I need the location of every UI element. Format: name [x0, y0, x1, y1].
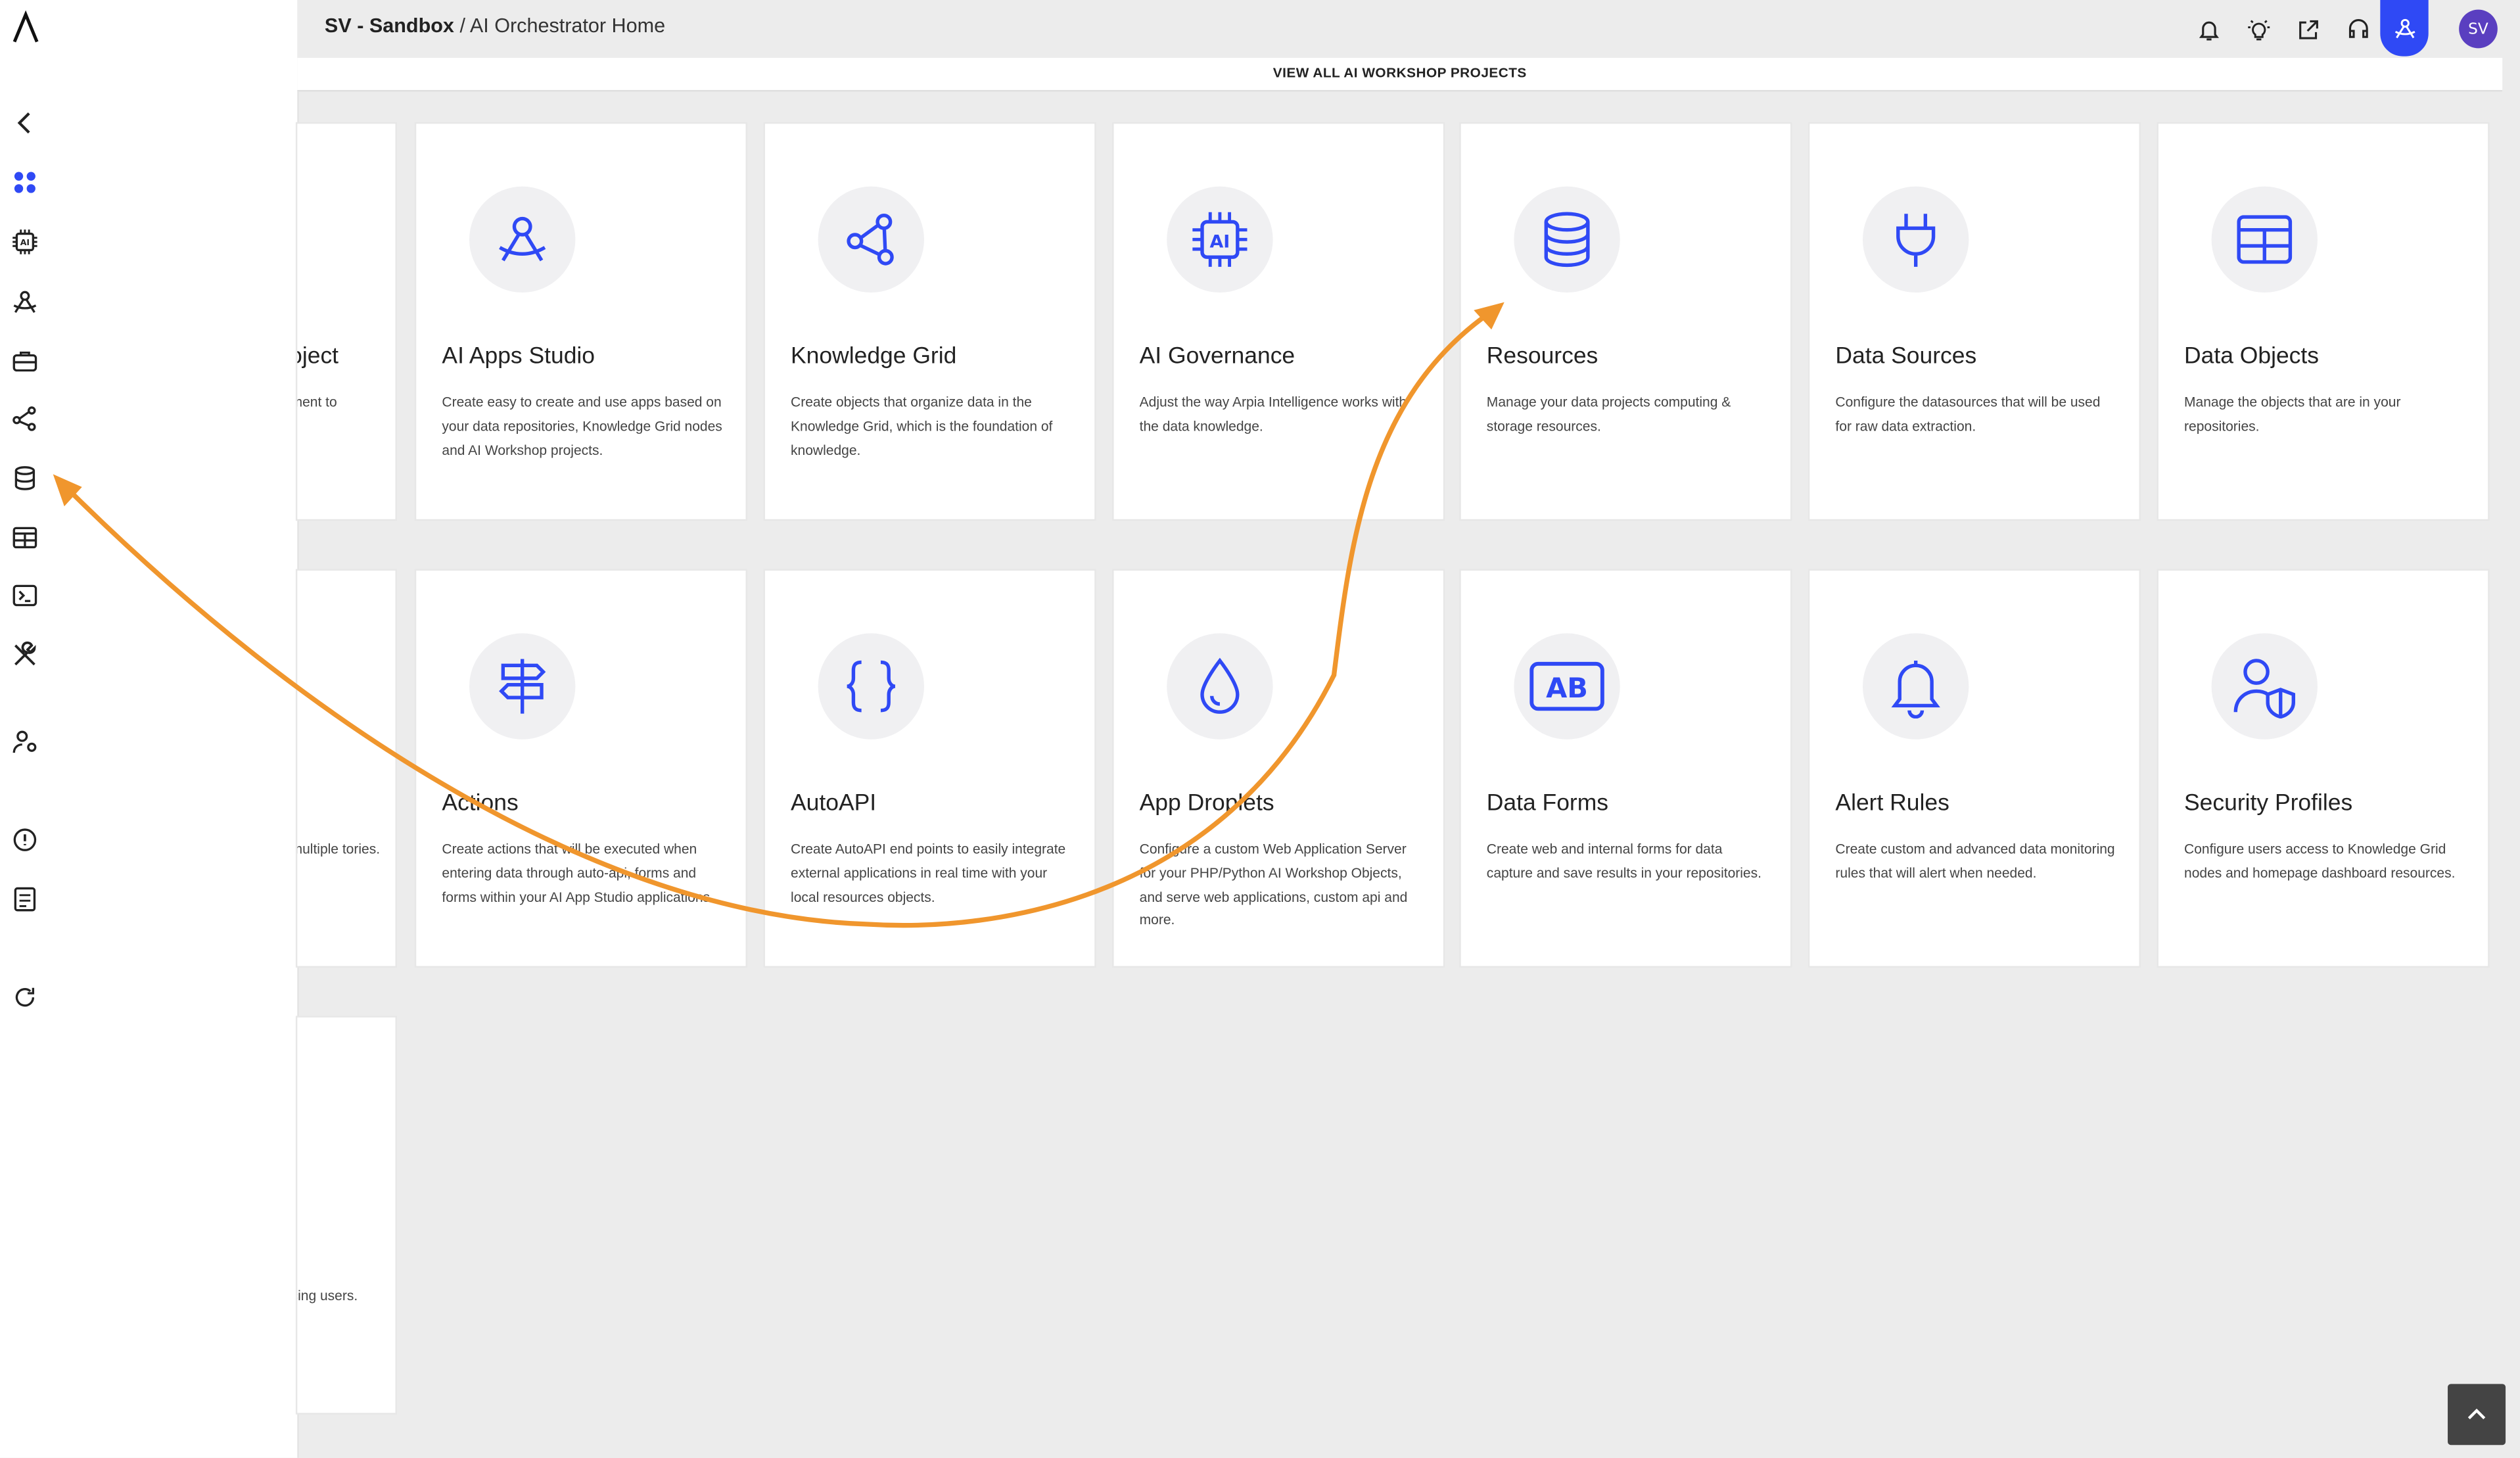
- card-data-forms[interactable]: AB Data Forms Create web and internal fo…: [1460, 571, 1790, 966]
- card-description: Create AutoAPI end points to easily inte…: [791, 840, 1066, 905]
- apps-studio-icon: [469, 186, 576, 293]
- card-data-sources[interactable]: Data Sources Configure the datasources t…: [1809, 124, 2139, 519]
- card-alert-rules[interactable]: Alert Rules Create custom and advanced d…: [1809, 571, 2139, 966]
- card-title: Data Forms: [1486, 791, 1609, 817]
- table-icon: [2211, 186, 2318, 293]
- docs-icon[interactable]: [8, 882, 40, 914]
- card-partial-row3[interactable]: cing users.: [297, 1017, 396, 1413]
- avatar[interactable]: SV: [2459, 9, 2498, 49]
- card-partial-row1[interactable]: oject ment to: [297, 124, 396, 519]
- collapse-chevron-icon[interactable]: [8, 106, 40, 138]
- ai-chip-icon: AI: [1167, 186, 1273, 293]
- card-title: AI Apps Studio: [442, 344, 595, 370]
- dashboard-icon[interactable]: [8, 166, 40, 198]
- card-title: Actions: [442, 791, 519, 817]
- card-title: Data Objects: [2184, 344, 2320, 370]
- arpia-logo[interactable]: [10, 10, 42, 45]
- orchestrator-icon[interactable]: [2380, 0, 2429, 57]
- form-ab-icon: AB: [1514, 633, 1620, 740]
- terminal-icon[interactable]: [8, 578, 40, 611]
- scroll-to-top-button[interactable]: [2448, 1384, 2506, 1446]
- database-icon: [1514, 186, 1620, 293]
- card-description: Configure the datasources that will be u…: [1835, 394, 2101, 434]
- tools-icon[interactable]: [8, 638, 40, 670]
- knowledge-grid-icon[interactable]: [8, 402, 40, 434]
- card-description: Configure users access to Knowledge Grid…: [2184, 840, 2456, 881]
- card-title: AutoAPI: [791, 791, 877, 817]
- chevron-up-icon: [2467, 1408, 2486, 1420]
- bell-icon: [1862, 633, 1969, 740]
- card-partial-row2[interactable]: multiple tories.: [297, 571, 396, 966]
- card-description: Adjust the way Arpia Intelligence works …: [1139, 394, 1407, 434]
- card-title: Alert Rules: [1835, 791, 1949, 817]
- card-data-objects[interactable]: Data Objects Manage the objects that are…: [2158, 124, 2488, 519]
- svg-text:AI: AI: [20, 237, 29, 247]
- card-title: oject: [297, 344, 339, 370]
- help-icon[interactable]: [8, 823, 40, 855]
- signpost-icon: [469, 633, 576, 740]
- card-knowledge-grid[interactable]: Knowledge Grid Create objects that organ…: [764, 124, 1095, 519]
- refresh-icon[interactable]: [8, 981, 40, 1013]
- card-description: Manage the objects that are in your repo…: [2184, 394, 2401, 434]
- card-title: Security Profiles: [2184, 791, 2353, 817]
- card-title: Data Sources: [1835, 344, 1977, 370]
- svg-text:AB: AB: [1546, 672, 1588, 704]
- support-headset-icon[interactable]: [2342, 13, 2374, 45]
- card-description: Create web and internal forms for data c…: [1486, 840, 1762, 881]
- card-title: Resources: [1486, 344, 1598, 370]
- share-icon[interactable]: [2292, 13, 2324, 45]
- sidebar: AI: [0, 0, 299, 1458]
- card-description: Create custom and advanced data monitori…: [1835, 840, 2115, 881]
- droplet-icon: [1167, 633, 1273, 740]
- card-description: multiple tories.: [297, 840, 381, 857]
- toolbox-icon[interactable]: [8, 344, 40, 376]
- plug-icon: [1862, 186, 1969, 293]
- svg-text:AI: AI: [1210, 232, 1230, 252]
- apps-studio-icon[interactable]: [8, 285, 40, 317]
- card-ai-governance[interactable]: AI AI Governance Adjust the way Arpia In…: [1113, 124, 1443, 519]
- card-description: Manage your data projects computing & st…: [1486, 394, 1731, 434]
- card-description: Create actions that will be executed whe…: [442, 840, 714, 905]
- breadcrumb-separator: /: [459, 14, 465, 37]
- breadcrumb-org[interactable]: SV - Sandbox: [325, 14, 454, 37]
- ai-chip-icon[interactable]: AI: [8, 225, 40, 257]
- card-description: Create objects that organize data in the…: [791, 394, 1053, 458]
- card-autoapi[interactable]: AutoAPI Create AutoAPI end points to eas…: [764, 571, 1095, 966]
- view-all-projects-link[interactable]: VIEW ALL AI WORKSHOP PROJECTS: [297, 58, 2503, 92]
- card-title: Knowledge Grid: [791, 344, 957, 370]
- top-bar: SV - Sandbox / AI Orchestrator Home SV: [297, 0, 2520, 59]
- table-icon[interactable]: [8, 521, 40, 553]
- database-icon[interactable]: [8, 461, 40, 494]
- card-ai-apps-studio[interactable]: AI Apps Studio Create easy to create and…: [416, 124, 746, 519]
- card-security-profiles[interactable]: Security Profiles Configure users access…: [2158, 571, 2488, 966]
- braces-icon: [818, 633, 924, 740]
- breadcrumb-page: AI Orchestrator Home: [469, 14, 666, 37]
- card-title: App Droplets: [1139, 791, 1274, 817]
- card-description: ment to: [297, 394, 337, 410]
- user-settings-icon[interactable]: [8, 725, 40, 757]
- bell-icon[interactable]: [2192, 13, 2224, 45]
- knowledge-grid-icon: [818, 186, 924, 293]
- card-description: Configure a custom Web Application Serve…: [1139, 840, 1408, 928]
- user-shield-icon: [2211, 633, 2318, 740]
- breadcrumb: SV - Sandbox / AI Orchestrator Home: [325, 14, 665, 37]
- card-title: AI Governance: [1139, 344, 1295, 370]
- card-description: Create easy to create and use apps based…: [442, 394, 722, 458]
- card-app-droplets[interactable]: App Droplets Configure a custom Web Appl…: [1113, 571, 1443, 966]
- card-actions[interactable]: Actions Create actions that will be exec…: [416, 571, 746, 966]
- card-description: cing users.: [297, 1287, 358, 1304]
- card-resources[interactable]: Resources Manage your data projects comp…: [1460, 124, 1790, 519]
- lightbulb-icon[interactable]: [2242, 13, 2274, 45]
